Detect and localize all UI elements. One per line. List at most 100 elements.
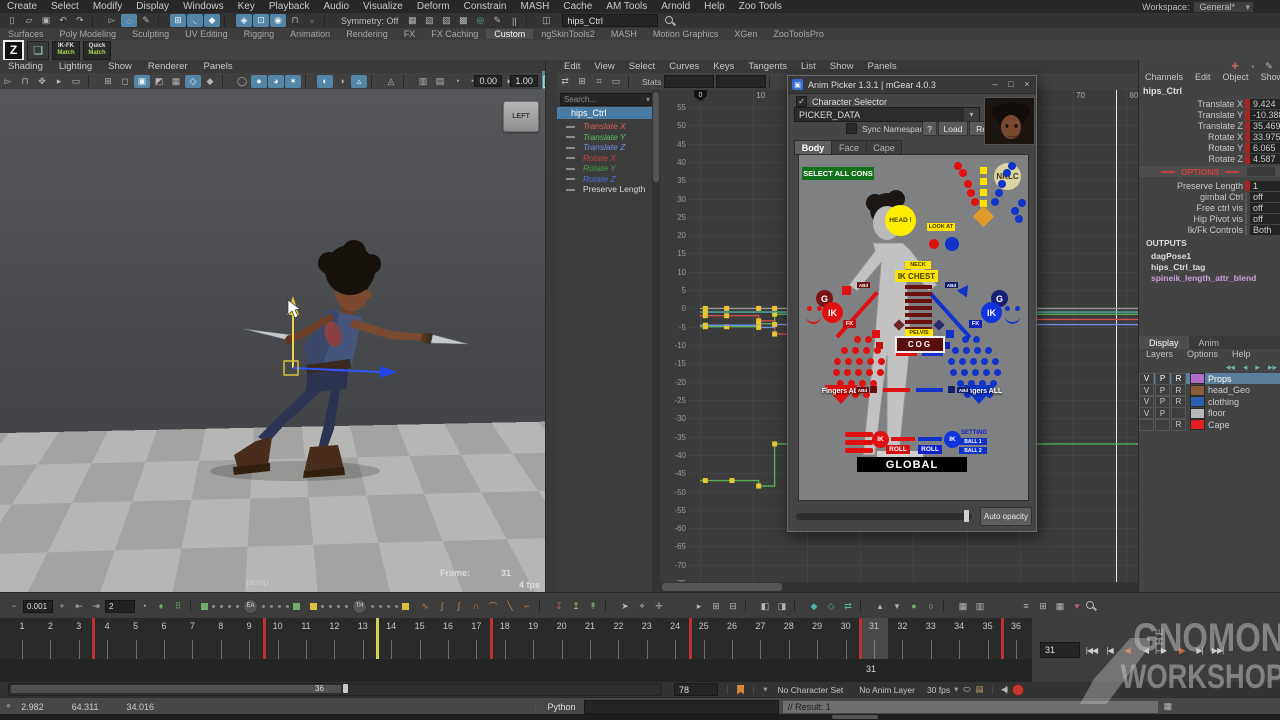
layer-p-toggle[interactable]: P xyxy=(1155,373,1170,385)
menu-arnold[interactable]: Arnold xyxy=(654,1,697,12)
record-icon[interactable] xyxy=(1012,684,1024,696)
layout-toggle-icon[interactable]: ◫ xyxy=(538,14,554,27)
shelf-tab-custom[interactable]: Custom xyxy=(486,29,533,39)
fps-dropdown[interactable]: 30 fps xyxy=(923,685,954,695)
swap-pose-icon[interactable]: ⇄ xyxy=(840,600,856,613)
exposure-field[interactable]: 0.00 xyxy=(474,75,502,87)
help-button[interactable]: ? xyxy=(922,121,937,136)
layer-color-swatch[interactable] xyxy=(1190,373,1205,384)
opacity-slider-handle[interactable] xyxy=(964,510,969,522)
layer-name[interactable]: clothing xyxy=(1208,397,1239,407)
ge-channel-translate-z[interactable]: Translate Z xyxy=(557,142,652,153)
cb-attr-row[interactable]: Translate Z35.469 xyxy=(1139,120,1280,131)
left-finger-dot-button[interactable] xyxy=(841,347,848,354)
aa-icon[interactable]: ▵ xyxy=(351,75,367,88)
right-hip-bar-button[interactable] xyxy=(922,353,943,356)
left-finger-dot-button[interactable] xyxy=(854,336,861,343)
viewport-canvas[interactable]: LEFT persp Frame: 31 4 fps xyxy=(0,89,545,592)
cb-attr-row[interactable]: Hip Pivot visoff xyxy=(1139,213,1280,224)
auto-opacity-button[interactable]: Auto opacity xyxy=(980,507,1032,526)
auto-key-icon[interactable]: ⬭ xyxy=(963,684,970,695)
key-off-icon[interactable]: ○ xyxy=(923,600,939,613)
menu-audio[interactable]: Audio xyxy=(316,1,356,12)
right-finger-dot-button[interactable] xyxy=(959,358,966,365)
menu-am-tools[interactable]: AM Tools xyxy=(599,1,654,12)
ge-keyframe[interactable] xyxy=(703,478,708,483)
cursor-cross-icon[interactable]: ✛ xyxy=(651,600,667,613)
cb-attr-row[interactable]: Free ctrl visoff xyxy=(1139,202,1280,213)
cb-menu-edit[interactable]: Edit xyxy=(1189,72,1217,84)
copy-pose-icon[interactable]: ◧ xyxy=(757,600,773,613)
layer-p-toggle[interactable]: P xyxy=(1155,407,1170,419)
xray-icon[interactable]: ▥ xyxy=(415,75,431,88)
picker-dot-button[interactable] xyxy=(1011,207,1019,215)
opacity-slider[interactable] xyxy=(796,513,972,520)
highlight-selection-icon[interactable]: ▫ xyxy=(304,14,320,27)
layer-row-head_geo[interactable]: VPRhead_Geo xyxy=(1139,385,1280,396)
menu-modify[interactable]: Modify xyxy=(86,1,129,12)
save-scene-icon[interactable]: ▣ xyxy=(38,14,54,27)
step-value-field[interactable]: 2 xyxy=(105,600,135,613)
nudge-plus-icon[interactable]: + xyxy=(54,600,70,613)
ge-channel-rotate-y[interactable]: Rotate Y xyxy=(557,163,652,174)
le-menu-layers[interactable]: Layers xyxy=(1139,349,1180,361)
spine-fk-bar-button[interactable] xyxy=(905,306,932,310)
menu-cache[interactable]: Cache xyxy=(556,1,599,12)
shelf-tab-zootoolspro[interactable]: ZooToolsPro xyxy=(765,29,832,39)
lock-selection-icon[interactable]: ⊓ xyxy=(287,14,303,27)
cb-output-node[interactable]: hips_Ctrl_tag xyxy=(1151,262,1205,272)
ge-channel-preserve-length[interactable]: Preserve Length xyxy=(557,184,652,195)
ao-icon[interactable]: ◑ xyxy=(334,75,350,88)
box-select-icon[interactable]: ⊞ xyxy=(708,600,724,613)
ge-menu-curves[interactable]: Curves xyxy=(662,61,706,72)
render-settings-icon[interactable]: ▨ xyxy=(438,14,454,27)
search-icon[interactable] xyxy=(664,15,676,27)
panel-b-icon[interactable]: ▥ xyxy=(972,600,988,613)
shelf-tab-mash[interactable]: MASH xyxy=(603,29,645,39)
cb-attr-row[interactable]: Rotate Z4.587 xyxy=(1139,153,1280,164)
undo-icon[interactable]: ↶ xyxy=(55,14,71,27)
move-manipulator[interactable] xyxy=(0,89,545,592)
picker-dot-button[interactable] xyxy=(1003,169,1011,177)
le-menu-options[interactable]: Options xyxy=(1180,349,1225,361)
layer-color-swatch[interactable] xyxy=(1190,419,1205,430)
layer-arrow-icon--[interactable]: ▸ xyxy=(1255,362,1260,373)
ge-search-field[interactable]: Search... xyxy=(560,93,654,106)
shelf-tab-animation[interactable]: Animation xyxy=(282,29,338,39)
snap-center-icon[interactable]: ◈ xyxy=(236,14,252,27)
left-roll-button[interactable]: ROLL xyxy=(886,445,910,454)
tween-sine-icon[interactable]: ∿ xyxy=(417,600,433,613)
timeline-keyframe-tick[interactable] xyxy=(263,618,266,659)
ge-keyframe[interactable] xyxy=(756,306,761,311)
minimize-icon[interactable]: – xyxy=(988,78,1002,90)
grid-dots-icon[interactable]: ⠿ xyxy=(170,600,186,613)
le-tab-display[interactable]: Display xyxy=(1139,336,1189,349)
anim-picker-window[interactable]: ▣ Anim Picker 1.3.1 | mGear 4.0.3 – □ × … xyxy=(787,75,1037,532)
ge-channel-translate-y[interactable]: Translate Y xyxy=(557,132,652,143)
lights-icon[interactable]: ✶ xyxy=(285,75,301,88)
ge-object-row[interactable]: hips_Ctrl xyxy=(557,107,666,119)
timer-icon[interactable]: ◔ xyxy=(136,600,152,613)
foot-extra-bar[interactable] xyxy=(845,440,873,445)
left-hip-bar-button[interactable] xyxy=(896,353,917,356)
ge-menu-panels[interactable]: Panels xyxy=(861,61,904,72)
key-up-icon[interactable]: ▴ xyxy=(872,600,888,613)
play-backwards-button[interactable]: ◀ xyxy=(1137,642,1154,658)
cursor-target-icon[interactable]: ⌖ xyxy=(634,600,650,613)
ge-move-key-icon[interactable]: ⇄ xyxy=(557,75,573,88)
command-input[interactable] xyxy=(584,700,779,714)
layer-r-toggle[interactable]: R xyxy=(1171,384,1186,396)
exposure-icon[interactable]: ◔ xyxy=(449,75,465,88)
cb-attr-value[interactable]: 33.975 xyxy=(1250,132,1280,142)
left-shoulder-abd-button[interactable]: ABd xyxy=(857,282,870,288)
right-finger-dot-button[interactable] xyxy=(974,347,981,354)
timeline-keyframe-tick[interactable] xyxy=(689,618,692,659)
picker-dot-button[interactable] xyxy=(954,162,962,170)
layer-name[interactable]: head_Geo xyxy=(1208,385,1250,395)
key-on-icon[interactable]: ● xyxy=(906,600,922,613)
ge-vertical-scrollbar[interactable] xyxy=(652,90,660,592)
picker-dot-button[interactable] xyxy=(998,180,1006,188)
layer-name[interactable]: Cape xyxy=(1208,420,1230,430)
ge-menu-edit[interactable]: Edit xyxy=(557,61,587,72)
current-frame-field[interactable]: 31 xyxy=(1040,642,1080,658)
